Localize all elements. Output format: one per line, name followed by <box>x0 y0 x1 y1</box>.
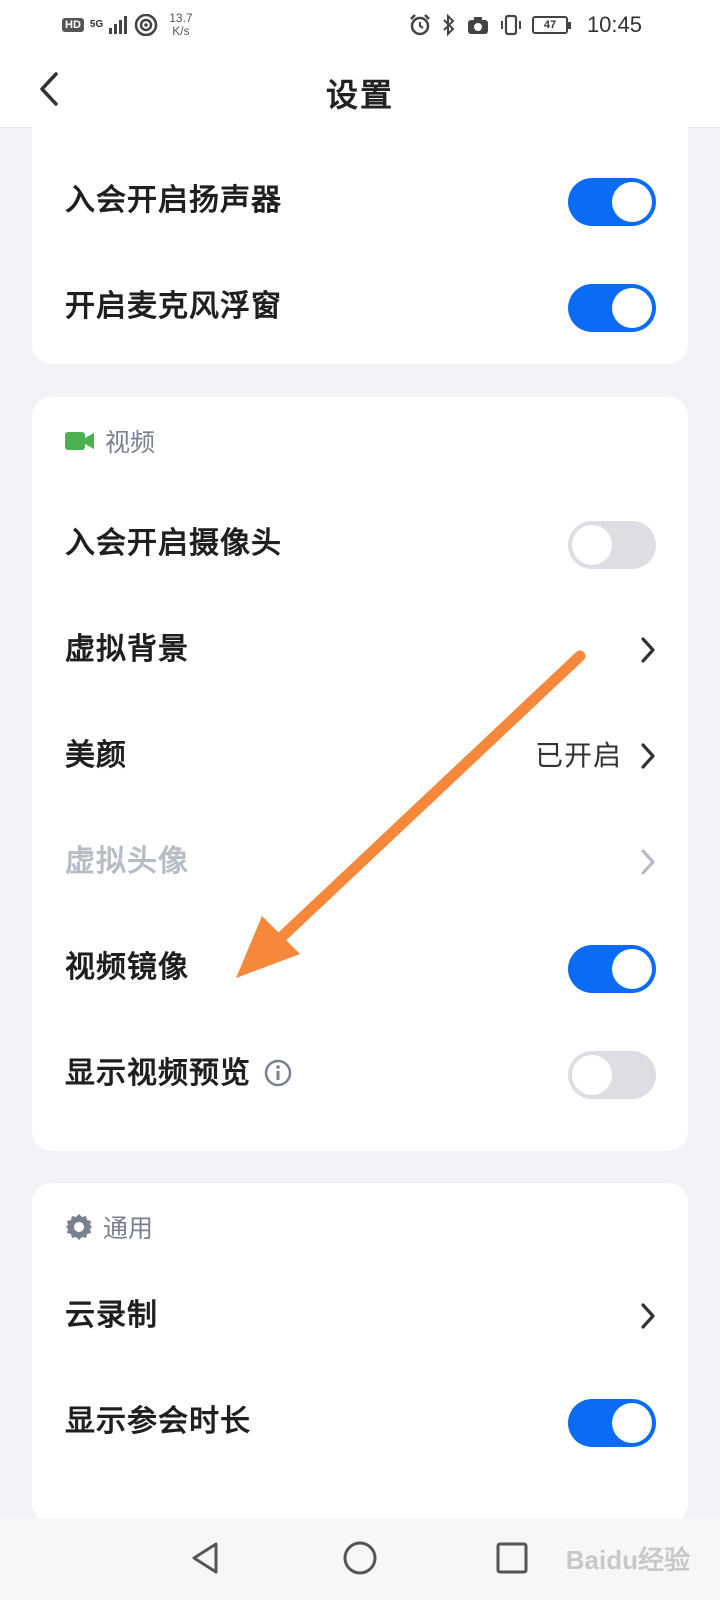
nav-recents-icon[interactable] <box>492 1538 532 1578</box>
camera-icon <box>468 17 488 34</box>
setting-row-cloud-recording[interactable]: 云录制 <box>32 1263 688 1369</box>
video-settings-card: 视频 入会开启摄像头 虚拟背景 美颜 已开启 虚拟头像 视频镜像 显示视频预览 <box>32 397 688 1151</box>
setting-label: 虚拟头像 <box>65 844 189 879</box>
setting-row-video-preview[interactable]: 显示视频预览 <box>32 1021 688 1127</box>
system-nav-bar: Baidu经验 <box>0 1518 720 1600</box>
setting-label: 入会开启摄像头 <box>65 526 282 561</box>
section-title: 视频 <box>105 428 156 457</box>
setting-row-mic-float[interactable]: 开启麦克风浮窗 <box>32 254 688 360</box>
setting-row-show-duration[interactable]: 显示参会时长 <box>32 1369 688 1475</box>
app-header: 设置 <box>0 50 720 128</box>
clock: 10:45 <box>586 12 642 37</box>
setting-row-camera-on-join[interactable]: 入会开启摄像头 <box>32 491 688 597</box>
setting-label: 显示参会时长 <box>65 1404 251 1439</box>
setting-label: 开启麦克风浮窗 <box>65 289 282 324</box>
baidu-watermark: Baidu经验 <box>565 1545 690 1575</box>
setting-row-speaker-on-join[interactable]: 入会开启扬声器 <box>32 148 688 254</box>
setting-row-virtual-avatar: 虚拟头像 <box>32 809 688 915</box>
general-settings-card: 通用 云录制 显示参会时长 <box>32 1183 688 1523</box>
toggle-knob <box>572 525 612 565</box>
section-title: 通用 <box>103 1214 154 1243</box>
info-icon[interactable] <box>264 1059 292 1087</box>
network-speed: 13.7 K/s <box>169 12 192 38</box>
wifi-icon <box>134 14 158 36</box>
video-mirror-toggle[interactable] <box>568 945 656 993</box>
toggle-knob <box>612 182 652 222</box>
video-preview-toggle[interactable] <box>568 1051 656 1099</box>
setting-label: 显示视频预览 <box>65 1056 251 1091</box>
alarm-icon <box>410 14 430 36</box>
audio-settings-card: 入会开启扬声器 开启麦克风浮窗 <box>32 118 688 364</box>
setting-label: 虚拟背景 <box>65 632 189 667</box>
gear-icon <box>66 1214 92 1240</box>
show-duration-toggle[interactable] <box>568 1399 656 1447</box>
toggle-knob <box>612 288 652 328</box>
chevron-right-icon <box>641 1303 655 1329</box>
speed-unit: K/s <box>172 24 190 38</box>
setting-row-beauty[interactable]: 美颜 已开启 <box>32 703 688 809</box>
signal-icon <box>109 16 128 34</box>
setting-label: 云录制 <box>65 1298 158 1333</box>
status-bar: HD 5G 13.7 K/s 47 10:45 <box>0 0 720 50</box>
bluetooth-icon <box>443 13 455 37</box>
battery-icon: 47 <box>532 16 571 34</box>
network-type: 5G <box>89 19 104 30</box>
toggle-knob <box>612 949 652 989</box>
setting-label: 视频镜像 <box>65 950 189 985</box>
toggle-knob <box>612 1403 652 1443</box>
setting-row-video-mirror[interactable]: 视频镜像 <box>32 915 688 1021</box>
nav-back-icon[interactable] <box>186 1538 226 1578</box>
speaker-on-join-toggle[interactable] <box>568 178 656 226</box>
chevron-right-icon <box>641 637 655 663</box>
vibrate-icon <box>501 14 521 36</box>
nav-home-icon[interactable] <box>340 1538 380 1578</box>
video-camera-icon <box>65 432 94 450</box>
mic-float-toggle[interactable] <box>568 284 656 332</box>
section-header-general: 通用 <box>65 1207 153 1247</box>
chevron-right-icon <box>641 743 655 769</box>
setting-label: 美颜 <box>65 738 127 773</box>
setting-row-virtual-background[interactable]: 虚拟背景 <box>32 597 688 703</box>
section-header-video: 视频 <box>65 421 155 461</box>
toggle-knob <box>572 1055 612 1095</box>
hd-badge: HD <box>62 18 84 32</box>
page-title: 设置 <box>325 76 394 114</box>
chevron-right-icon <box>641 849 655 875</box>
setting-label: 入会开启扬声器 <box>65 183 282 218</box>
setting-value: 已开启 <box>534 739 622 772</box>
camera-on-join-toggle[interactable] <box>568 521 656 569</box>
speed-value: 13.7 <box>169 11 193 25</box>
